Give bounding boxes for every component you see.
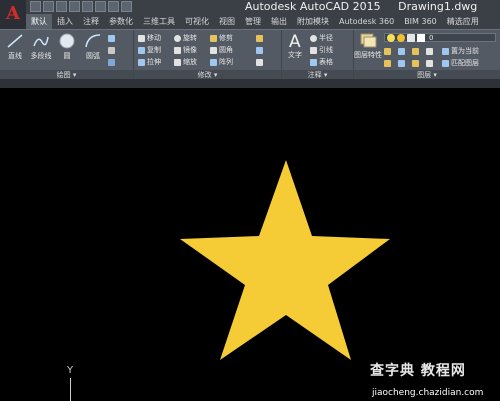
ucs-y-axis-label: Y <box>67 365 74 376</box>
star-shape[interactable] <box>180 160 390 360</box>
star-drawing[interactable] <box>0 0 500 401</box>
ucs-y-axis-icon <box>70 378 71 401</box>
watermark-title: 查字典 教程网 <box>370 363 466 379</box>
watermark: 查字典 教程网 jiaocheng.chazidian.com <box>370 360 500 401</box>
watermark-url: jiaocheng.chazidian.com <box>372 388 484 398</box>
